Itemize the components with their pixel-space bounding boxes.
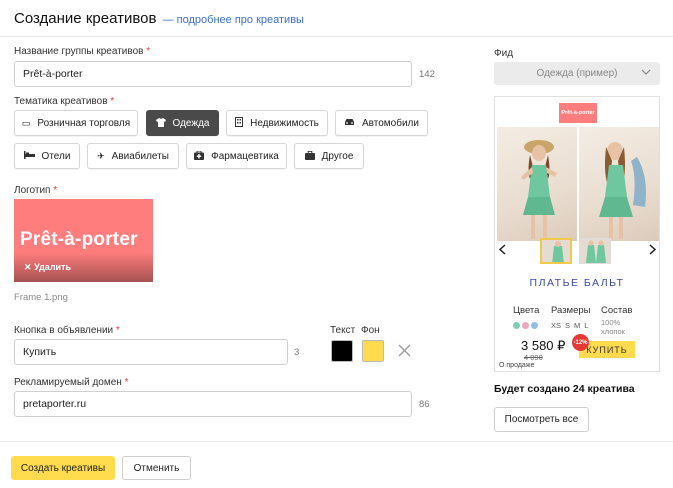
preview-composition: Состав 100% хлопок bbox=[601, 305, 635, 336]
feed-label: Фид bbox=[494, 48, 514, 59]
logo-filename: Frame 1.png bbox=[14, 292, 68, 303]
ad-button-label: Кнопка в объявлении * bbox=[14, 325, 120, 336]
topic-chip-retail[interactable]: ▭ Розничная торговля bbox=[14, 110, 138, 136]
plane-icon: ✈ bbox=[97, 150, 105, 161]
ad-button-counter: 3 bbox=[294, 347, 300, 358]
preview-thumb-2[interactable] bbox=[579, 238, 611, 264]
help-link[interactable]: — подробнее про креативы bbox=[163, 14, 304, 26]
size-option: L bbox=[584, 321, 589, 330]
preview-composition-value: 100% хлопок bbox=[601, 318, 625, 336]
bed-icon bbox=[23, 151, 35, 161]
briefcase-icon bbox=[304, 150, 315, 162]
color-dot bbox=[531, 322, 538, 329]
preview-logo: Prêt-à-porter bbox=[559, 103, 597, 123]
topic-chip-realty[interactable]: Недвижимость bbox=[226, 110, 328, 136]
preview-thumb-1[interactable] bbox=[540, 238, 572, 264]
size-option: S bbox=[565, 321, 571, 330]
preview-colors-label: Цвета bbox=[513, 305, 540, 316]
domain-input[interactable]: pretaporter.ru bbox=[14, 391, 412, 417]
logo-text: Prêt-à-porter bbox=[20, 229, 138, 250]
ad-button-input[interactable]: Купить bbox=[14, 339, 288, 365]
preview-price: 3 580 ₽ bbox=[521, 338, 566, 353]
group-name-counter: 142 bbox=[419, 69, 435, 80]
size-option: XS bbox=[551, 321, 562, 330]
creatives-count: Будет создано 24 креатива bbox=[494, 383, 635, 395]
size-option: M bbox=[574, 321, 581, 330]
preview-sizes-label: Размеры bbox=[551, 305, 591, 316]
topic-chip-cars[interactable]: Автомобили bbox=[335, 110, 428, 136]
preview-product-name: ПЛАТЬЕ БАЛЬТ bbox=[529, 277, 625, 289]
logo-delete-button[interactable]: ✕ Удалить bbox=[24, 262, 71, 273]
product-photo-2 bbox=[579, 127, 659, 241]
domain-label: Рекламируемый домен * bbox=[14, 377, 129, 388]
preview-discount-badge: -12% bbox=[572, 334, 589, 351]
product-photo-1 bbox=[497, 127, 577, 241]
group-name-input[interactable]: Prêt-à-porter bbox=[14, 61, 412, 87]
view-all-button[interactable]: Посмотреть все bbox=[494, 407, 589, 432]
tshirt-icon bbox=[155, 117, 166, 129]
logo-label: Логотип * bbox=[14, 185, 58, 196]
preview-composition-label: Состав bbox=[601, 305, 633, 316]
page-title-text: Создание креативов bbox=[14, 10, 157, 27]
topic-chip-flights[interactable]: ✈ Авиабилеты bbox=[87, 143, 179, 169]
reset-colors-icon[interactable] bbox=[398, 344, 411, 362]
logo-preview: Prêt-à-porter ✕ Удалить bbox=[14, 199, 153, 282]
topic-chip-other[interactable]: Другое bbox=[294, 143, 364, 169]
shop-icon: ▭ bbox=[21, 117, 31, 128]
chevron-down-icon bbox=[641, 67, 651, 77]
footer-divider bbox=[0, 441, 673, 442]
topic-chip-clothes[interactable]: Одежда bbox=[146, 110, 219, 136]
feed-selected: Одежда (пример) bbox=[536, 68, 618, 79]
create-button[interactable]: Создать креативы bbox=[11, 456, 115, 480]
creative-preview: Prêt-à-porter ПЛАТЬЕ БАЛЬТ Цвета Размеры… bbox=[494, 96, 660, 372]
preview-on-sale: О продаже bbox=[499, 362, 535, 369]
group-name-label: Название группы креативов * bbox=[14, 46, 151, 57]
preview-prev-arrow[interactable] bbox=[498, 244, 506, 258]
text-color-swatch[interactable] bbox=[331, 340, 353, 362]
topic-label: Тематика креативов * bbox=[14, 96, 115, 107]
feed-select[interactable]: Одежда (пример) bbox=[494, 62, 660, 85]
page-title: Создание креативов — подробнее про креат… bbox=[14, 10, 304, 27]
text-color-label: Текст bbox=[330, 325, 356, 336]
color-dot bbox=[513, 322, 520, 329]
building-icon bbox=[235, 117, 244, 129]
preview-colors: Цвета bbox=[513, 305, 540, 332]
color-dot bbox=[522, 322, 529, 329]
preview-color-dots bbox=[513, 321, 540, 332]
car-icon bbox=[344, 118, 355, 128]
bg-color-label: Фон bbox=[361, 325, 380, 336]
preview-sizes: Размеры XS S M L bbox=[551, 305, 592, 331]
preview-old-price: 4 090 bbox=[524, 353, 543, 362]
bg-color-swatch[interactable] bbox=[362, 340, 384, 362]
domain-counter: 86 bbox=[419, 399, 430, 410]
topic-chip-hotels[interactable]: Отели bbox=[14, 143, 80, 169]
pharmacy-icon bbox=[194, 150, 205, 162]
cancel-button[interactable]: Отменить bbox=[122, 456, 191, 480]
preview-next-arrow[interactable] bbox=[649, 244, 657, 258]
header-divider bbox=[0, 36, 673, 37]
topic-chip-pharmacy[interactable]: Фармацевтика bbox=[186, 143, 287, 169]
preview-size-list: XS S M L bbox=[551, 320, 592, 331]
close-icon: ✕ bbox=[24, 262, 32, 272]
